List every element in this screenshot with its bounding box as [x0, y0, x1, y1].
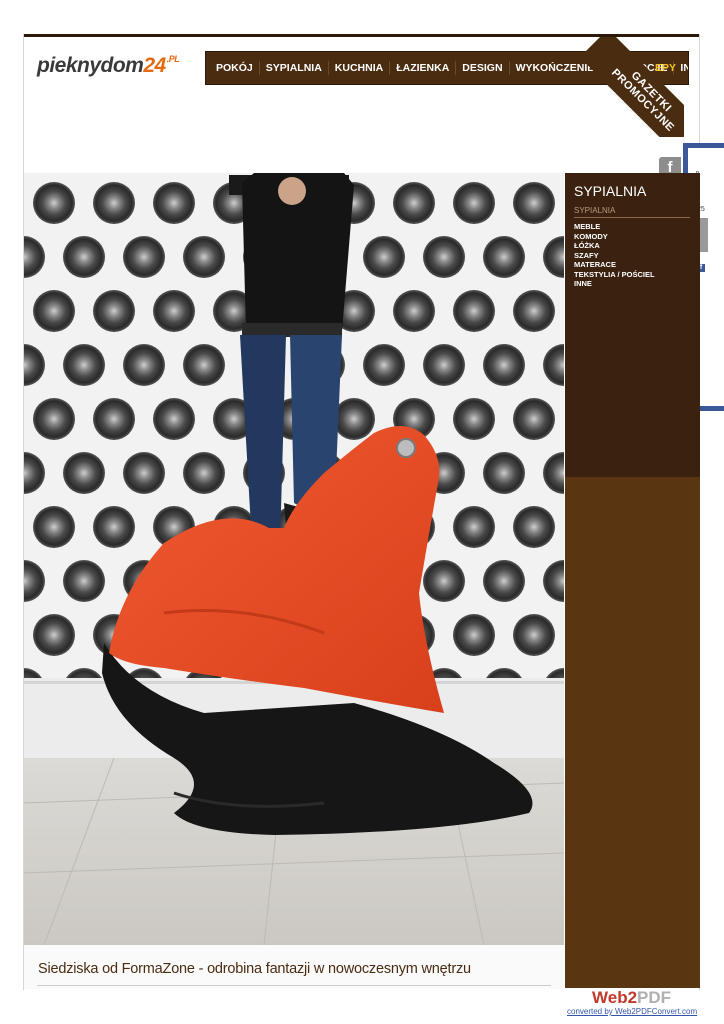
category-sidebar: SYPIALNIA SYPIALNIA MEBLE KOMODY ŁÓŻKA S… [565, 173, 700, 477]
wall-disc [513, 398, 555, 440]
wall-disc [63, 560, 105, 602]
sidebar-filler [565, 477, 700, 988]
web2pdf-logo: Web2PDF [592, 988, 671, 1008]
sidebar-item-komody[interactable]: KOMODY [574, 232, 691, 242]
caption-divider [37, 985, 551, 986]
nav-item-kuchnia[interactable]: KUCHNIA [329, 61, 391, 75]
logo-text: pieknydom [37, 54, 144, 77]
wall-disc [483, 452, 525, 494]
sidebar-item-tekstylia[interactable]: TEKSTYLIA / POŚCIEL [574, 270, 691, 280]
wall-disc [93, 506, 135, 548]
wall-disc [393, 290, 435, 332]
sidebar-list: MEBLE KOMODY ŁÓŻKA SZAFY MATERACE TEKSTY… [574, 222, 691, 289]
article-title-link[interactable]: Siedziska od FormaZone - odrobina fantaz… [38, 961, 471, 977]
hero-photo [24, 173, 564, 945]
wall-disc [483, 236, 525, 278]
wall-disc [33, 506, 75, 548]
wall-disc [33, 290, 75, 332]
wall-disc [183, 236, 225, 278]
wall-disc [183, 452, 225, 494]
wall-disc [33, 398, 75, 440]
wall-disc [513, 290, 555, 332]
logo-tld: .PL [166, 54, 180, 64]
sidebar-item-szafy[interactable]: SZAFY [574, 251, 691, 261]
promo-ribbon[interactable]: GAZETKI PROMOCYJNE [580, 37, 684, 137]
wall-disc [363, 344, 405, 386]
web2pdf-brand-a: Web2 [592, 988, 638, 1007]
nav-item-design[interactable]: DESIGN [456, 61, 510, 75]
wall-disc [483, 560, 525, 602]
logo-number: 24 [143, 54, 166, 77]
sidebar-item-lozka[interactable]: ŁÓŻKA [574, 241, 691, 251]
wall-disc [423, 344, 465, 386]
wall-disc [183, 344, 225, 386]
web2pdf-link[interactable]: converted by Web2PDFConvert.com [567, 1007, 697, 1016]
wall-disc [153, 398, 195, 440]
wall-disc [63, 344, 105, 386]
hero-image[interactable] [24, 173, 564, 945]
site-logo[interactable]: pieknydom24.PL [37, 54, 180, 78]
wall-disc [513, 506, 555, 548]
sidebar-title: SYPIALNIA [574, 183, 647, 199]
sidebar-subtitle[interactable]: SYPIALNIA [574, 206, 690, 218]
wall-disc [93, 290, 135, 332]
wall-disc [423, 236, 465, 278]
wall-disc [123, 344, 165, 386]
wall-disc [333, 398, 375, 440]
wall-disc [363, 236, 405, 278]
wall-disc [93, 398, 135, 440]
wall-disc [393, 182, 435, 224]
wall-disc [513, 614, 555, 656]
wall-disc [153, 290, 195, 332]
nav-item-pokoj[interactable]: POKÓJ [210, 61, 260, 75]
web2pdf-brand-b: PDF [637, 988, 672, 1007]
article-caption-box: Siedziska od FormaZone - odrobina fantaz… [24, 945, 564, 989]
wall-disc [123, 452, 165, 494]
wall-disc [33, 182, 75, 224]
wall-disc [453, 398, 495, 440]
sidebar-item-inne[interactable]: INNE [574, 279, 691, 289]
wall-disc [453, 182, 495, 224]
wall-disc [63, 236, 105, 278]
wall-disc [153, 182, 195, 224]
wall-disc [423, 560, 465, 602]
nav-item-sypialnia[interactable]: SYPIALNIA [260, 61, 329, 75]
sidebar-item-materace[interactable]: MATERACE [574, 260, 691, 270]
nav-item-lazienka[interactable]: ŁAZIENKA [390, 61, 457, 75]
wall-disc [33, 614, 75, 656]
wall-disc [453, 614, 495, 656]
wall-disc [453, 290, 495, 332]
sidebar-item-meble[interactable]: MEBLE [574, 222, 691, 232]
wall-disc [453, 506, 495, 548]
wall-disc [63, 452, 105, 494]
wall-disc [123, 236, 165, 278]
wall-disc [483, 344, 525, 386]
wall-disc [93, 182, 135, 224]
promo-ribbon-band: GAZETKI PROMOCYJNE [580, 37, 684, 137]
wall-disc [513, 182, 555, 224]
